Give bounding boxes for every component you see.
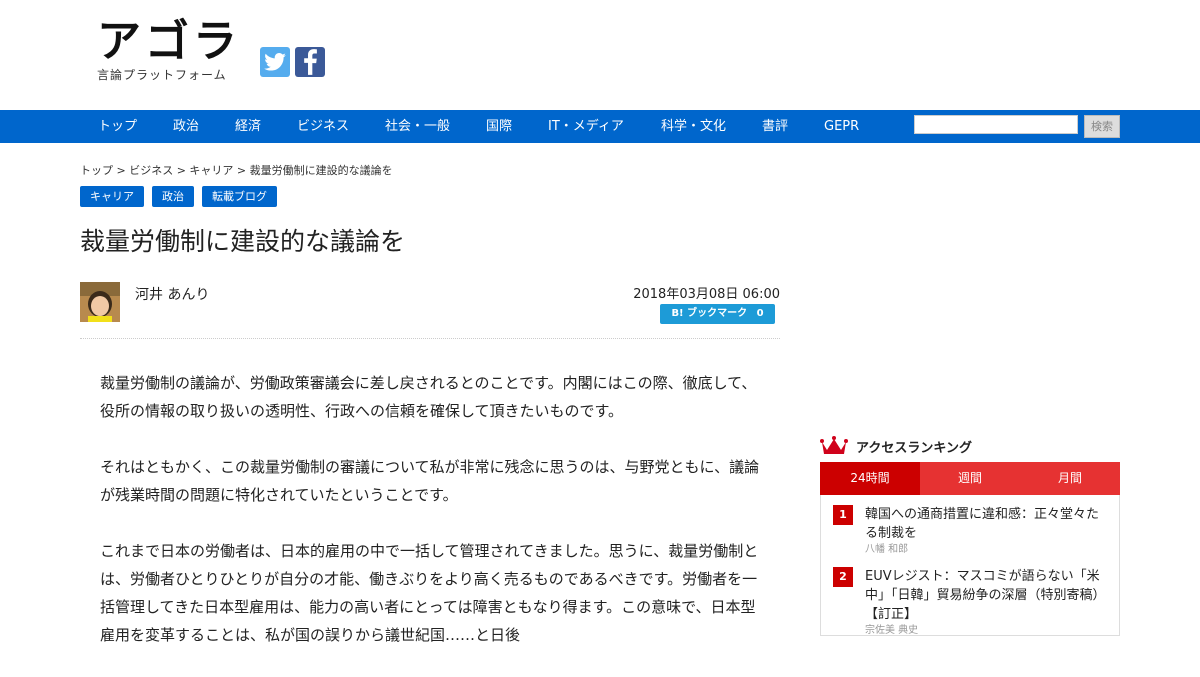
nav-item-top[interactable]: トップ xyxy=(98,110,137,143)
ranking-header: アクセスランキング xyxy=(820,436,972,456)
publish-date: 2018年03月08日 06:00 xyxy=(633,287,780,302)
nav-item-international[interactable]: 国際 xyxy=(486,110,512,143)
nav-item-society[interactable]: 社会・一般 xyxy=(385,110,450,143)
article-body: 裁量労働制の議論が、労働政策審議会に差し戻されるとのことです。内閣にはこの際、徹… xyxy=(100,369,762,677)
tag-list: キャリア 政治 転載ブログ xyxy=(80,186,277,207)
divider xyxy=(80,338,780,339)
hatena-bookmark-button[interactable]: B! ブックマーク 0 xyxy=(660,304,775,324)
tab-weekly[interactable]: 週間 xyxy=(920,462,1020,495)
tab-monthly[interactable]: 月間 xyxy=(1020,462,1120,495)
nav-item-gepr[interactable]: GEPR xyxy=(824,110,859,143)
site-logo[interactable]: アゴラ 言論プラットフォーム xyxy=(97,20,241,83)
author-name[interactable]: 河井 あんり xyxy=(135,284,209,304)
facebook-icon[interactable] xyxy=(295,47,325,77)
nav-item-books[interactable]: 書評 xyxy=(762,110,788,143)
nav-item-business[interactable]: ビジネス xyxy=(297,110,349,143)
search-input[interactable] xyxy=(914,115,1078,134)
nav-item-economy[interactable]: 経済 xyxy=(235,110,261,143)
rank-number: 2 xyxy=(833,567,853,587)
list-item[interactable]: 1 韓国への通商措置に違和感：正々堂々たる制裁を 八幡 和郎 xyxy=(821,495,1119,557)
crown-icon xyxy=(820,436,848,454)
logo-title: アゴラ xyxy=(97,16,241,67)
article-title: 裁量労働制に建設的な議論を xyxy=(80,227,406,256)
ranking-title: アクセスランキング xyxy=(856,440,972,456)
bookmark-count: 0 xyxy=(756,308,764,319)
ranking-tabs: 24時間 週間 月間 xyxy=(820,462,1120,495)
paragraph: これまで日本の労働者は、日本的雇用の中で一括して管理されてきました。思うに、裁量… xyxy=(100,542,759,644)
twitter-icon[interactable] xyxy=(260,47,290,77)
nav-item-it-media[interactable]: IT・メディア xyxy=(548,110,624,143)
author-avatar[interactable] xyxy=(80,282,120,322)
social-links xyxy=(260,47,325,77)
bookmark-label: B! ブックマーク xyxy=(671,308,748,319)
rank-item-title[interactable]: EUVレジスト：マスコミが語らない「米中」「日韓」貿易紛争の深層（特別寄稿）【訂… xyxy=(865,567,1107,624)
tab-24h[interactable]: 24時間 xyxy=(820,462,920,495)
rank-number: 1 xyxy=(833,505,853,525)
site-header: アゴラ 言論プラットフォーム xyxy=(0,0,1200,110)
tag-politics[interactable]: 政治 xyxy=(152,186,194,207)
tag-repost-blog[interactable]: 転載ブログ xyxy=(202,186,277,207)
logo-subtitle: 言論プラットフォーム xyxy=(97,68,227,82)
rank-item-author: 宗佐美 典史 xyxy=(865,625,919,636)
paragraph: 裁量労働制の議論が、労働政策審議会に差し戻されるとのことです。内閣にはこの際、徹… xyxy=(100,374,757,420)
breadcrumb[interactable]: トップ > ビジネス > キャリア > 裁量労働制に建設的な議論を xyxy=(80,162,393,178)
rank-item-author: 八幡 和郎 xyxy=(865,544,909,555)
paragraph: それはともかく、この裁量労働制の審議について私が非常に残念に思うのは、与野党とも… xyxy=(100,458,760,504)
list-item[interactable]: 2 EUVレジスト：マスコミが語らない「米中」「日韓」貿易紛争の深層（特別寄稿）… xyxy=(821,557,1119,636)
tag-career[interactable]: キャリア xyxy=(80,186,144,207)
ranking-list: 1 韓国への通商措置に違和感：正々堂々たる制裁を 八幡 和郎 2 EUVレジスト… xyxy=(820,495,1120,636)
rank-item-title[interactable]: 韓国への通商措置に違和感：正々堂々たる制裁を xyxy=(865,505,1107,543)
search-button[interactable]: 検索 xyxy=(1084,115,1120,138)
nav-item-science[interactable]: 科学・文化 xyxy=(661,110,726,143)
nav-item-politics[interactable]: 政治 xyxy=(173,110,199,143)
